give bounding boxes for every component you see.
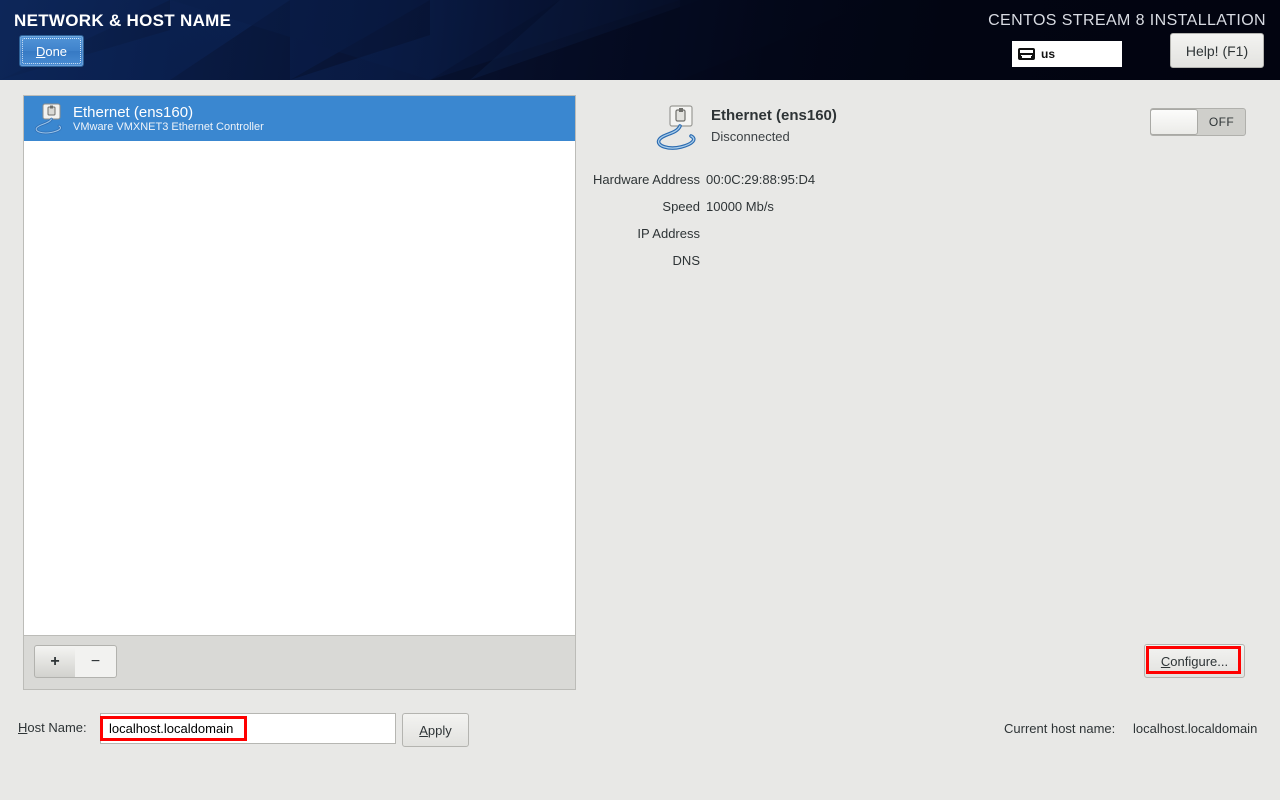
list-item-text: Ethernet (ens160) VMware VMXNET3 Etherne…: [73, 104, 264, 134]
detail-field-row: Hardware Address 00:0C:29:88:95:D4: [580, 166, 1000, 193]
device-detail-text: Ethernet (ens160) Disconnected: [711, 104, 837, 144]
list-item-title: Ethernet (ens160): [73, 104, 264, 121]
device-list-toolbar: + −: [24, 635, 575, 689]
hostname-mnemonic: H: [18, 720, 27, 735]
wired-network-icon: [33, 102, 67, 136]
field-label: IP Address: [580, 226, 706, 241]
field-label: Hardware Address: [580, 172, 706, 187]
hostname-input[interactable]: [100, 713, 396, 744]
apply-button[interactable]: Apply: [402, 713, 469, 747]
toggle-knob: [1150, 109, 1198, 135]
detail-field-row: DNS: [580, 247, 1000, 274]
detail-field-row: IP Address: [580, 220, 1000, 247]
hostname-label-rest: ost Name:: [27, 720, 86, 735]
detail-field-row: Speed 10000 Mb/s: [580, 193, 1000, 220]
device-connection-status: Disconnected: [711, 129, 837, 144]
device-detail-header: Ethernet (ens160) Disconnected: [655, 104, 837, 152]
configure-button[interactable]: Configure...: [1144, 644, 1245, 678]
wired-network-icon: [655, 104, 703, 152]
field-label: Speed: [580, 199, 706, 214]
device-detail-title: Ethernet (ens160): [711, 107, 837, 124]
field-label: DNS: [580, 253, 706, 268]
configure-mnemonic: C: [1161, 654, 1170, 669]
plus-icon: +: [50, 653, 59, 671]
field-value: 10000 Mb/s: [706, 199, 774, 214]
toggle-state-label: OFF: [1198, 115, 1245, 129]
list-item[interactable]: Ethernet (ens160) VMware VMXNET3 Etherne…: [24, 96, 575, 141]
keyboard-layout-indicator[interactable]: us: [1012, 41, 1122, 67]
page-title: NETWORK & HOST NAME: [14, 11, 231, 31]
apply-mnemonic: A: [419, 723, 428, 738]
installer-name: CENTOS STREAM 8 INSTALLATION: [988, 12, 1266, 30]
apply-button-label: Apply: [419, 723, 452, 738]
configure-button-label: Configure...: [1161, 654, 1228, 669]
device-detail-fields: Hardware Address 00:0C:29:88:95:D4 Speed…: [580, 166, 1000, 274]
minus-icon: −: [91, 653, 100, 671]
installer-header: NETWORK & HOST NAME CENTOS STREAM 8 INST…: [0, 0, 1280, 80]
keyboard-layout-label: us: [1041, 47, 1055, 61]
done-button[interactable]: Done: [19, 35, 84, 67]
help-button[interactable]: Help! (F1): [1170, 33, 1264, 68]
add-device-button[interactable]: +: [34, 645, 76, 678]
current-hostname-value: localhost.localdomain: [1133, 721, 1257, 736]
device-list[interactable]: Ethernet (ens160) VMware VMXNET3 Etherne…: [24, 96, 575, 635]
keyboard-icon: [1018, 48, 1035, 60]
device-list-panel: Ethernet (ens160) VMware VMXNET3 Etherne…: [23, 95, 576, 690]
current-hostname-label: Current host name:: [1004, 721, 1115, 736]
remove-device-button[interactable]: −: [75, 645, 117, 678]
help-button-label: Help! (F1): [1186, 43, 1248, 59]
list-item-subtitle: VMware VMXNET3 Ethernet Controller: [73, 121, 264, 134]
device-power-toggle[interactable]: OFF: [1150, 108, 1246, 136]
focus-ring: [22, 38, 81, 64]
field-value: 00:0C:29:88:95:D4: [706, 172, 815, 187]
hostname-label: Host Name:: [18, 720, 87, 735]
configure-label-rest: onfigure...: [1170, 654, 1228, 669]
apply-label-rest: pply: [428, 723, 452, 738]
